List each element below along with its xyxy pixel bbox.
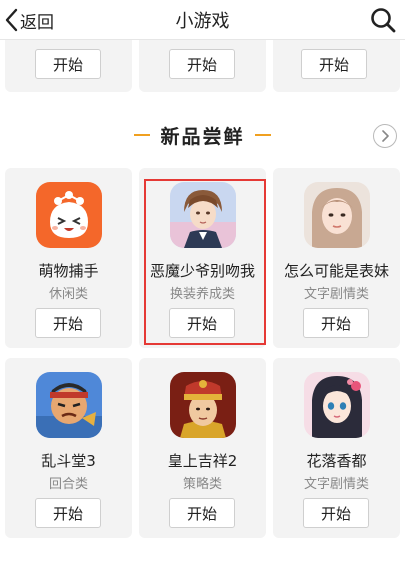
brawl-hall-icon [36, 372, 102, 438]
section-header: 新品尝鲜 [0, 110, 405, 156]
game-name: 恶魔少爷别吻我 [149, 262, 255, 280]
title-dash-right [255, 134, 271, 136]
start-button[interactable]: 开始 [303, 308, 369, 338]
game-name: 萌物捕手 [38, 262, 99, 280]
emperor-icon [170, 372, 236, 438]
game-card[interactable]: 恶魔少爷别吻我 换装养成类 开始 [139, 168, 266, 348]
page-title: 小游戏 [175, 11, 230, 32]
game-name: 乱斗堂3 [41, 452, 96, 470]
game-category: 文字剧情类 [303, 477, 369, 492]
start-button[interactable]: 开始 [35, 498, 101, 528]
section-title: 新品尝鲜 [160, 126, 245, 148]
game-category: 回合类 [48, 477, 88, 492]
game-category: 休闲类 [48, 287, 88, 302]
game-category: 换装养成类 [169, 287, 235, 302]
game-category: 策略类 [182, 477, 222, 492]
game-name: 怎么可能是表妹 [283, 262, 389, 280]
start-button[interactable]: 开始 [303, 498, 369, 528]
game-name: 皇上吉祥2 [167, 452, 238, 470]
demon-young-master-icon [170, 182, 236, 248]
chevron-right-icon [382, 130, 389, 142]
start-button[interactable]: 开始 [169, 49, 235, 79]
game-card[interactable]: 皇上吉祥2 策略类 开始 [139, 358, 266, 538]
search-icon[interactable] [369, 6, 397, 34]
previous-games-row: 开始 开始 开始 [0, 40, 405, 98]
game-card: 开始 [273, 40, 400, 92]
cousin-story-icon [304, 182, 370, 248]
start-button[interactable]: 开始 [301, 49, 367, 79]
game-card[interactable]: 乱斗堂3 回合类 开始 [5, 358, 132, 538]
cute-catcher-icon [36, 182, 102, 248]
navigation-bar: 返回 小游戏 [0, 0, 405, 40]
start-button[interactable]: 开始 [35, 49, 101, 79]
game-card[interactable]: 萌物捕手 休闲类 开始 [5, 168, 132, 348]
flower-city-icon [304, 372, 370, 438]
start-button[interactable]: 开始 [35, 308, 101, 338]
game-card: 开始 [5, 40, 132, 92]
game-card[interactable]: 花落香都 文字剧情类 开始 [273, 358, 400, 538]
more-button[interactable] [373, 124, 397, 148]
game-category: 文字剧情类 [303, 287, 369, 302]
start-button[interactable]: 开始 [169, 308, 235, 338]
start-button[interactable]: 开始 [169, 498, 235, 528]
game-name: 花落香都 [306, 452, 367, 470]
game-card: 开始 [139, 40, 266, 92]
game-card[interactable]: 怎么可能是表妹 文字剧情类 开始 [273, 168, 400, 348]
